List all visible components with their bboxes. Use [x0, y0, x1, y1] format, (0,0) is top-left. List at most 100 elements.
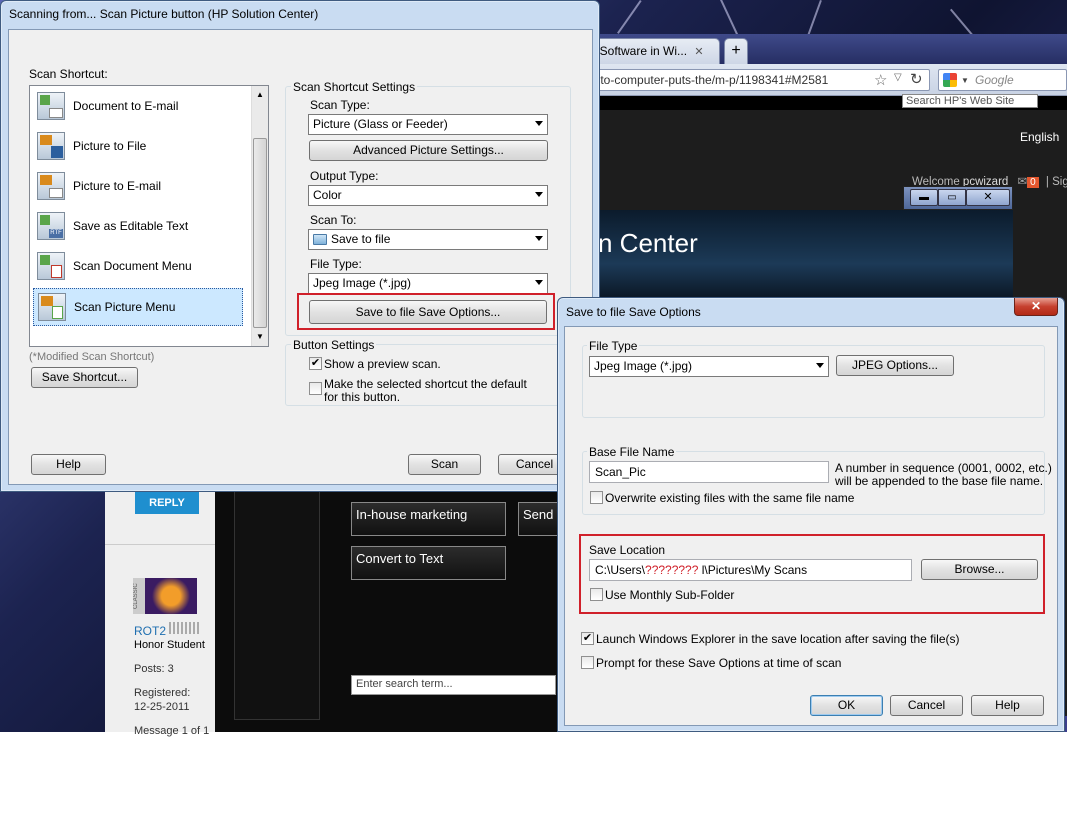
google-icon[interactable]	[943, 73, 957, 87]
monthly-subfolder-checkbox[interactable]	[590, 588, 603, 601]
send-button[interactable]: Send	[518, 502, 558, 536]
path-suffix: l\Pictures\My Scans	[698, 563, 808, 577]
save-options-title: Save to file Save Options	[566, 305, 701, 319]
scan-to-select[interactable]: Save to file	[308, 229, 548, 250]
close-icon[interactable]: ✕	[694, 46, 703, 58]
chevron-down-icon	[816, 363, 824, 368]
preview-checkbox-label: Show a preview scan.	[324, 357, 441, 371]
browser-tab[interactable]: ct Software in Wi... ✕	[580, 38, 720, 64]
default-shortcut-checkbox[interactable]	[309, 382, 322, 395]
save-options-dialog-window: Save to file Save Options ✕ File Type Jp…	[557, 297, 1065, 732]
close-icon[interactable]: ✕	[1014, 298, 1058, 316]
scan-shortcut-label: Scan Shortcut:	[29, 67, 108, 81]
shortcut-label: Picture to E-mail	[73, 179, 162, 193]
scroll-thumb[interactable]	[253, 138, 267, 328]
save-options-client: File Type Jpeg Image (*.jpg) JPEG Option…	[564, 326, 1058, 726]
shortcut-list-scrollbar[interactable]: ▲ ▼	[251, 86, 268, 346]
launch-explorer-checkbox[interactable]: ✔	[581, 632, 594, 645]
file-type-label: File Type:	[310, 257, 362, 271]
browser-tab-bar: ct Software in Wi... ✕ +	[560, 34, 1067, 64]
scroll-up-icon[interactable]: ▲	[256, 90, 264, 99]
default-checkbox-label-line2: for this button.	[324, 390, 401, 404]
plus-icon: +	[731, 42, 741, 59]
refresh-icon[interactable]: ↻	[910, 70, 923, 88]
file-type-select[interactable]: Jpeg Image (*.jpg)	[589, 356, 829, 377]
help-button[interactable]: Help	[31, 454, 106, 475]
shortcut-list[interactable]: Document to E-mail Picture to File Pictu…	[29, 85, 269, 347]
save-location-label: Save Location	[589, 543, 666, 557]
shortcut-item-scan-picture-menu[interactable]: Scan Picture Menu	[33, 288, 243, 326]
shortcut-item-editable-text[interactable]: RTF Save as Editable Text	[33, 208, 243, 246]
avatar[interactable]: CLASSIC	[133, 578, 197, 614]
hp-site-search[interactable]: Search HP's Web Site	[902, 94, 1038, 108]
message-count-badge[interactable]: 0	[1027, 177, 1039, 188]
output-type-label: Output Type:	[310, 169, 379, 183]
scan-type-select[interactable]: Picture (Glass or Feeder)	[308, 114, 548, 135]
search-input[interactable]: Enter search term...	[351, 675, 556, 695]
chevron-down-icon	[535, 280, 543, 285]
post-count: Posts: 3	[134, 663, 174, 675]
hp-solution-center-window: n Center	[598, 210, 1013, 300]
overwrite-checkbox-label: Overwrite existing files with the same f…	[605, 491, 855, 505]
hp-app-titlebar: ▬ ▭ ✕	[903, 186, 1013, 210]
reply-button[interactable]: REPLY	[135, 492, 199, 514]
registered-date: 12-25-2011	[134, 701, 190, 713]
jpeg-options-button[interactable]: JPEG Options...	[836, 355, 954, 376]
output-type-value: Color	[313, 188, 342, 202]
base-name-input[interactable]: Scan_Pic	[589, 461, 829, 483]
bookmark-star-icon[interactable]: ☆	[874, 71, 887, 89]
document-email-icon	[37, 92, 65, 120]
chevron-down-icon	[535, 192, 543, 197]
prompt-options-label: Prompt for these Save Options at time of…	[596, 656, 842, 670]
sequence-note-line2: will be appended to the base file name.	[835, 474, 1044, 488]
launch-explorer-label: Launch Windows Explorer in the save loca…	[596, 632, 960, 646]
advanced-picture-settings-button[interactable]: Advanced Picture Settings...	[309, 140, 548, 161]
shortcut-label: Document to E-mail	[73, 99, 179, 113]
file-type-group-label: File Type	[587, 339, 640, 353]
scan-to-label: Scan To:	[310, 213, 357, 227]
rank-bar-icon	[169, 622, 199, 634]
monthly-subfolder-label: Use Monthly Sub-Folder	[605, 588, 735, 602]
file-type-select[interactable]: Jpeg Image (*.jpg)	[308, 273, 548, 294]
convert-to-text-button[interactable]: Convert to Text	[351, 546, 506, 580]
search-engine-dropdown-icon[interactable]: ▼	[961, 76, 969, 85]
shortcut-item-picture-file[interactable]: Picture to File	[33, 128, 243, 166]
path-redacted: ????????	[645, 563, 699, 577]
shortcut-item-scan-document-menu[interactable]: Scan Document Menu	[33, 248, 243, 286]
language-link[interactable]: English	[1020, 130, 1059, 144]
hp-app-side-panel	[234, 488, 320, 720]
scan-button[interactable]: Scan	[408, 454, 481, 475]
overwrite-checkbox[interactable]	[590, 491, 603, 504]
shortcut-item-picture-email[interactable]: Picture to E-mail	[33, 168, 243, 206]
maximize-icon[interactable]: ▭	[938, 189, 966, 206]
close-icon[interactable]: ✕	[966, 189, 1010, 206]
chevron-down-icon[interactable]: ▽	[894, 72, 902, 83]
preview-checkbox[interactable]: ✔	[309, 357, 322, 370]
prompt-options-checkbox[interactable]	[581, 656, 594, 669]
new-tab-button[interactable]: +	[724, 38, 748, 64]
browse-button[interactable]: Browse...	[921, 559, 1038, 580]
search-input-placeholder: Enter search term...	[356, 678, 453, 690]
in-house-marketing-button[interactable]: In-house marketing	[351, 502, 506, 536]
browser-tab-title: ct Software in Wi...	[587, 44, 688, 58]
search-box[interactable]: Google	[938, 69, 1067, 91]
file-type-value: Jpeg Image (*.jpg)	[313, 276, 412, 290]
user-name-link[interactable]: ROT2	[134, 624, 166, 638]
minimize-icon[interactable]: ▬	[910, 189, 938, 206]
ok-button[interactable]: OK	[810, 695, 883, 716]
sign-link[interactable]: Sign	[1052, 176, 1067, 188]
output-type-select[interactable]: Color	[308, 185, 548, 206]
mail-icon[interactable]: ✉	[1018, 176, 1028, 188]
save-location-input[interactable]: C:\Users\???????? l\Pictures\My Scans	[589, 559, 912, 581]
save-shortcut-button[interactable]: Save Shortcut...	[31, 367, 138, 388]
search-placeholder: Google	[975, 73, 1014, 87]
shortcut-item-document-email[interactable]: Document to E-mail	[33, 88, 243, 126]
scroll-down-icon[interactable]: ▼	[256, 332, 264, 341]
cancel-button[interactable]: Cancel	[890, 695, 963, 716]
path-prefix: C:\Users\	[595, 563, 646, 577]
shortcut-label: Scan Document Menu	[73, 259, 192, 273]
save-options-button[interactable]: Save to file Save Options...	[309, 300, 547, 324]
scan-dialog-title: Scanning from... Scan Picture button (HP…	[9, 7, 319, 21]
hp-app-title: n Center	[598, 228, 698, 258]
help-button[interactable]: Help	[971, 695, 1044, 716]
